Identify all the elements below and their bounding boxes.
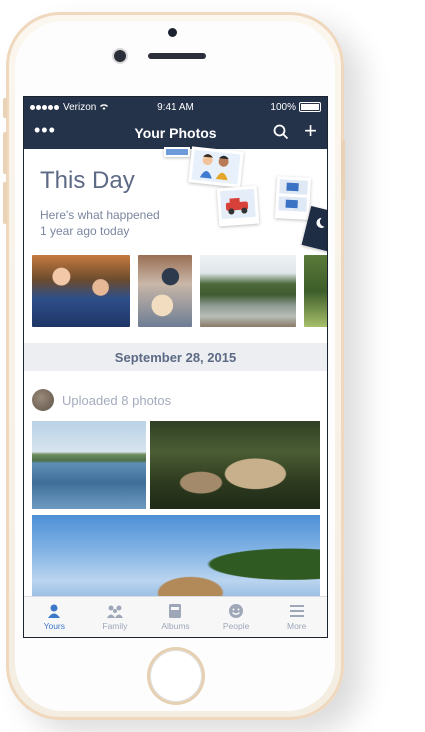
menu-icon [289, 605, 304, 617]
subtitle-line-2: 1 year ago today [40, 224, 130, 238]
date-header: September 28, 2015 [24, 343, 327, 371]
home-button[interactable] [150, 650, 202, 702]
tab-label: Albums [161, 621, 190, 631]
plus-icon[interactable]: + [304, 120, 317, 142]
smiley-icon [229, 604, 244, 618]
subtitle-line-1: Here's what happened [40, 208, 160, 222]
earpiece-speaker [148, 53, 206, 59]
this-day-subtitle: Here's what happened 1 year ago today [40, 207, 200, 239]
tab-family[interactable]: Family [85, 597, 146, 637]
tab-label: Yours [43, 621, 66, 631]
app-screen: Verizon 9:41 AM 100% ••• Your Photos + T… [23, 96, 328, 638]
search-icon[interactable] [273, 124, 289, 140]
tab-yours[interactable]: Yours [24, 597, 85, 637]
tab-bar: Yours Family Albums People More [24, 596, 327, 637]
memory-photo-food[interactable] [138, 255, 192, 327]
upload-info: Uploaded 8 photos [32, 389, 171, 411]
signal-icon [30, 102, 60, 113]
memory-photo-children[interactable] [32, 255, 130, 327]
person-icon [48, 604, 61, 618]
ellipsis-icon[interactable]: ••• [34, 120, 56, 141]
nav-bar: ••• Your Photos + [24, 117, 327, 149]
sticker-flag-illustration [274, 176, 312, 220]
battery-icon [299, 102, 321, 112]
tab-label: People [222, 621, 250, 631]
tab-more[interactable]: More [266, 597, 327, 637]
this-day-photo-strip [32, 255, 327, 329]
proximity-sensor [168, 28, 177, 37]
photo-palace[interactable] [32, 515, 320, 597]
front-camera [114, 50, 126, 62]
photo-deer[interactable] [150, 421, 320, 509]
status-bar: Verizon 9:41 AM 100% [24, 97, 327, 117]
sticker-car-illustration [216, 185, 260, 227]
carrier-label: Verizon [63, 101, 97, 113]
mute-switch [3, 98, 7, 118]
tab-people[interactable]: People [206, 597, 267, 637]
tab-label: More [286, 621, 307, 631]
wifi-icon [100, 104, 109, 110]
upload-text: Uploaded 8 photos [62, 392, 172, 408]
power-button [341, 140, 345, 200]
volume-up-button [3, 132, 7, 174]
this-day-title: This Day [40, 167, 135, 194]
this-day-card[interactable]: This Day Here's what happened 1 year ago… [24, 146, 327, 253]
sticker-photo-1 [164, 147, 190, 157]
tab-albums[interactable]: Albums [145, 597, 206, 637]
tab-label: Family [102, 621, 128, 631]
volume-down-button [3, 182, 7, 224]
family-icon [106, 605, 123, 618]
battery-percent: 100% [270, 101, 296, 113]
memory-photo-forest[interactable] [304, 255, 327, 327]
sticker-family-illustration [188, 146, 244, 188]
avatar[interactable] [32, 389, 54, 411]
album-icon [169, 604, 182, 618]
memory-photo-river[interactable] [200, 255, 296, 327]
photo-ocean[interactable] [32, 421, 146, 509]
